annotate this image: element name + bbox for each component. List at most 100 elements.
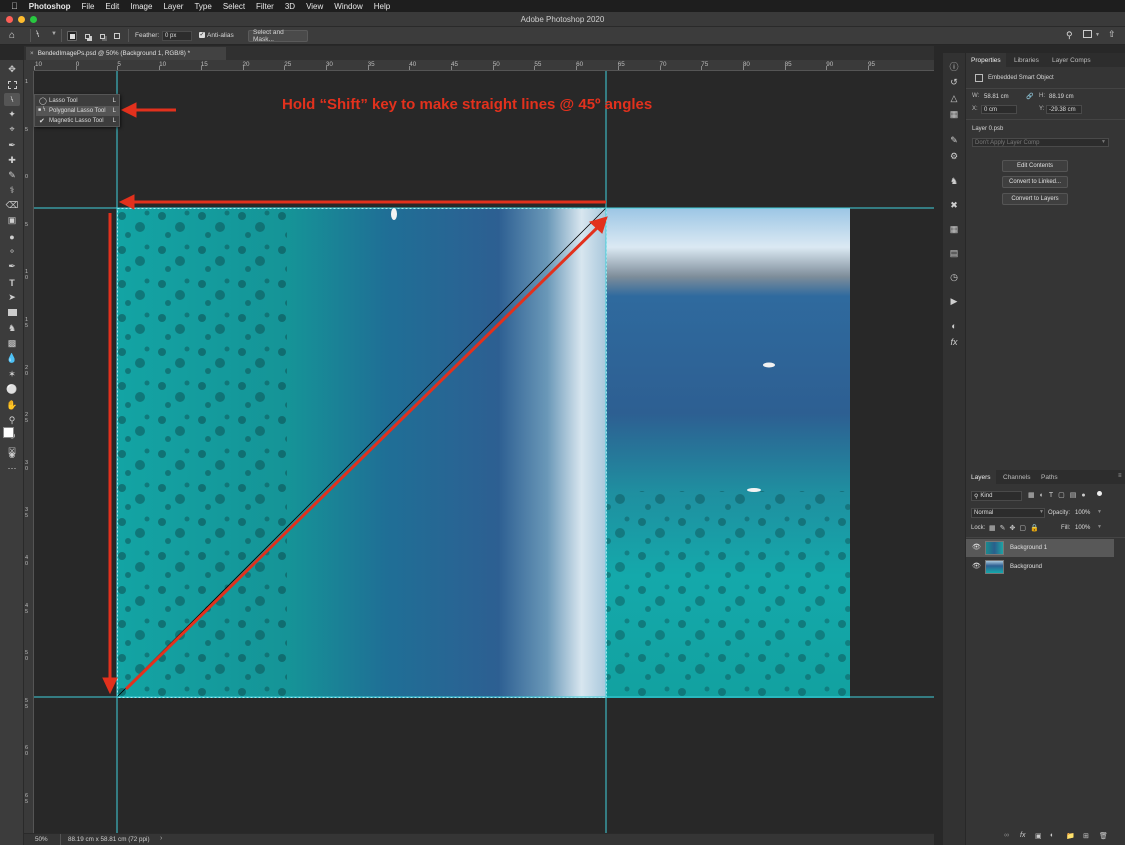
blend-mode-select[interactable]: Normal	[971, 508, 1045, 518]
filter-kind-select[interactable]: ⚲ Kind	[971, 491, 1022, 501]
horizontal-ruler[interactable]: 10 0 5 10 15 20 25 30 35 40 45 50 55 60 65 70 75 80 85 90 95	[34, 60, 934, 71]
menu-type[interactable]: Type	[189, 2, 217, 11]
move-tool-icon[interactable]: ✥	[4, 63, 20, 76]
close-tab-icon[interactable]: ×	[30, 50, 34, 57]
intersect-selection-icon[interactable]	[112, 31, 122, 41]
tools-icon[interactable]: ✖	[948, 199, 960, 211]
crop-tool-icon[interactable]: ⌖	[4, 123, 20, 136]
layer-row-background-1[interactable]: 👁 Background 1	[966, 539, 1114, 557]
adjustment-layer-icon[interactable]: ◐	[1050, 832, 1054, 839]
marquee-tool-icon[interactable]	[4, 78, 20, 91]
tab-layer-comps[interactable]: Layer Comps	[1047, 53, 1096, 67]
menu-image[interactable]: Image	[125, 2, 158, 11]
new-selection-icon[interactable]	[67, 31, 77, 41]
convert-to-layers-button[interactable]: Convert to Layers	[1002, 193, 1068, 205]
paint-bucket-tool-icon[interactable]: ▣	[4, 214, 20, 227]
hand-tool-icon[interactable]: ✋	[4, 399, 20, 412]
menu-view[interactable]: View	[301, 2, 329, 11]
antialias-checkbox[interactable]: ✓	[199, 32, 205, 38]
visibility-eye-icon[interactable]: 👁	[972, 562, 981, 570]
tab-properties[interactable]: Properties	[966, 53, 1006, 67]
new-layer-icon[interactable]: ⊞	[1083, 832, 1089, 840]
history-icon[interactable]: ↺	[948, 76, 960, 88]
type-tool-icon[interactable]: T	[4, 276, 20, 289]
clone-stamp-tool-icon[interactable]: ⚕	[4, 184, 20, 197]
3d-icon[interactable]: △	[948, 92, 960, 104]
height-field[interactable]: 88.19 cm	[1047, 92, 1083, 101]
zoom-tool-icon[interactable]: ⚲	[4, 414, 20, 427]
y-field[interactable]: -29.38 cm	[1046, 105, 1082, 114]
document-tab[interactable]: × BendedImagePs.psd @ 50% (Background 1,…	[26, 47, 226, 60]
flyout-polygonal-lasso-tool[interactable]: ■ ⧷ Polygonal Lasso Tool L	[36, 106, 120, 116]
menu-select[interactable]: Select	[217, 2, 250, 11]
menu-file[interactable]: File	[76, 2, 100, 11]
tab-libraries[interactable]: Libraries	[1009, 53, 1044, 67]
document-canvas[interactable]	[34, 71, 934, 833]
adjustments-icon[interactable]: ⚙	[948, 150, 960, 162]
chevron-down-icon[interactable]: ▼	[1097, 509, 1102, 515]
feather-input[interactable]: 0 px	[162, 31, 192, 41]
trash-icon[interactable]: 🗑	[1099, 832, 1108, 840]
burn-icon[interactable]: ⚪	[4, 383, 20, 396]
menu-layer[interactable]: Layer	[158, 2, 189, 11]
fx-icon[interactable]: fx	[948, 336, 960, 348]
drop-icon[interactable]: 💧	[4, 352, 20, 365]
menu-window[interactable]: Window	[329, 2, 368, 11]
tab-paths[interactable]: Paths	[1036, 470, 1063, 484]
select-and-mask-button[interactable]: Select and Mask...	[248, 29, 308, 43]
eraser-tool-icon[interactable]: ⌫	[4, 199, 20, 212]
stamp-icon[interactable]: ♞	[4, 322, 20, 335]
layer-name[interactable]: Background 1	[1010, 545, 1047, 551]
x-field[interactable]: 0 cm	[981, 105, 1017, 114]
width-field[interactable]: 58.81 cm	[982, 92, 1016, 101]
zoom-level[interactable]: 50%	[35, 836, 48, 843]
chevron-down-icon[interactable]: ▼	[1101, 139, 1106, 145]
layer-filter-icons[interactable]: ▦◐T▢▤●	[1028, 491, 1091, 499]
chevron-down-icon[interactable]: ▼	[51, 31, 57, 37]
menu-help[interactable]: Help	[368, 2, 395, 11]
flyout-magnetic-lasso-tool[interactable]: ✔ Magnetic Lasso Tool L	[36, 116, 120, 126]
chevron-down-icon[interactable]: ▼	[1095, 32, 1100, 38]
link-layers-icon[interactable]: ∞	[1004, 832, 1009, 839]
link-icon[interactable]: 🔗	[1026, 93, 1033, 100]
eyedropper-tool-icon[interactable]: ✒	[4, 139, 20, 152]
add-mask-icon[interactable]: ▣	[1035, 832, 1042, 840]
edit-contents-button[interactable]: Edit Contents	[1002, 160, 1068, 172]
info-icon[interactable]: ⓘ	[948, 60, 960, 72]
styles-icon[interactable]: ◐	[948, 320, 960, 332]
swatches-icon[interactable]: ▦	[948, 108, 960, 120]
filter-toggle-icon[interactable]	[1097, 491, 1102, 496]
grid-icon[interactable]: ▦	[948, 223, 960, 235]
share-icon[interactable]: ⇧	[1108, 29, 1116, 40]
chevron-right-icon[interactable]: ›	[160, 835, 162, 842]
quick-mask-icon[interactable]: ◉	[4, 448, 20, 461]
convert-to-linked-button[interactable]: Convert to Linked...	[1002, 176, 1068, 188]
opacity-field[interactable]: 100%	[1073, 508, 1097, 518]
lasso-tool-icon[interactable]: ⧷	[4, 93, 20, 106]
tab-layers[interactable]: Layers	[966, 470, 996, 484]
chevron-down-icon[interactable]: ▼	[1039, 509, 1044, 515]
more-tools-icon[interactable]: ⋯	[4, 462, 20, 475]
layer-comp-select[interactable]: Don't Apply Layer Comp	[972, 138, 1109, 147]
tab-channels[interactable]: Channels	[998, 470, 1035, 484]
workspace-icon[interactable]	[1083, 30, 1092, 38]
gradient-icon[interactable]: ▤	[948, 247, 960, 259]
panel-menu-icon[interactable]: ≡	[1118, 473, 1122, 479]
menu-filter[interactable]: Filter	[251, 2, 280, 11]
apple-icon[interactable]: 	[0, 1, 23, 11]
play-icon[interactable]: ▶	[948, 295, 960, 307]
lock-options-icons[interactable]: ▦✎✥▢🔒	[989, 524, 1043, 532]
search-icon[interactable]: ⚲	[1066, 30, 1073, 41]
foreground-color-swatch[interactable]	[3, 427, 14, 438]
magic-icon[interactable]: ✶	[4, 368, 20, 381]
menu-edit[interactable]: Edit	[100, 2, 125, 11]
vertical-ruler[interactable]: 1 5 0 5 1 0 1 5 2 0 2 5 3 0 3 5 4 0 4 5 5 0 5 5 6 0 6 5	[24, 71, 34, 833]
polygonal-lasso-preset-icon[interactable]: ⧷	[36, 29, 39, 40]
timeline-icon[interactable]: ◷	[948, 271, 960, 283]
fill-field[interactable]: 100%	[1073, 523, 1097, 533]
healing-brush-tool-icon[interactable]: ✚	[4, 154, 20, 167]
app-menu[interactable]: Photoshop	[23, 2, 76, 11]
blur-tool-icon[interactable]: ●	[4, 230, 20, 243]
frame-tool-icon[interactable]: ▩	[4, 337, 20, 350]
chevron-down-icon[interactable]: ▼	[1097, 524, 1102, 530]
